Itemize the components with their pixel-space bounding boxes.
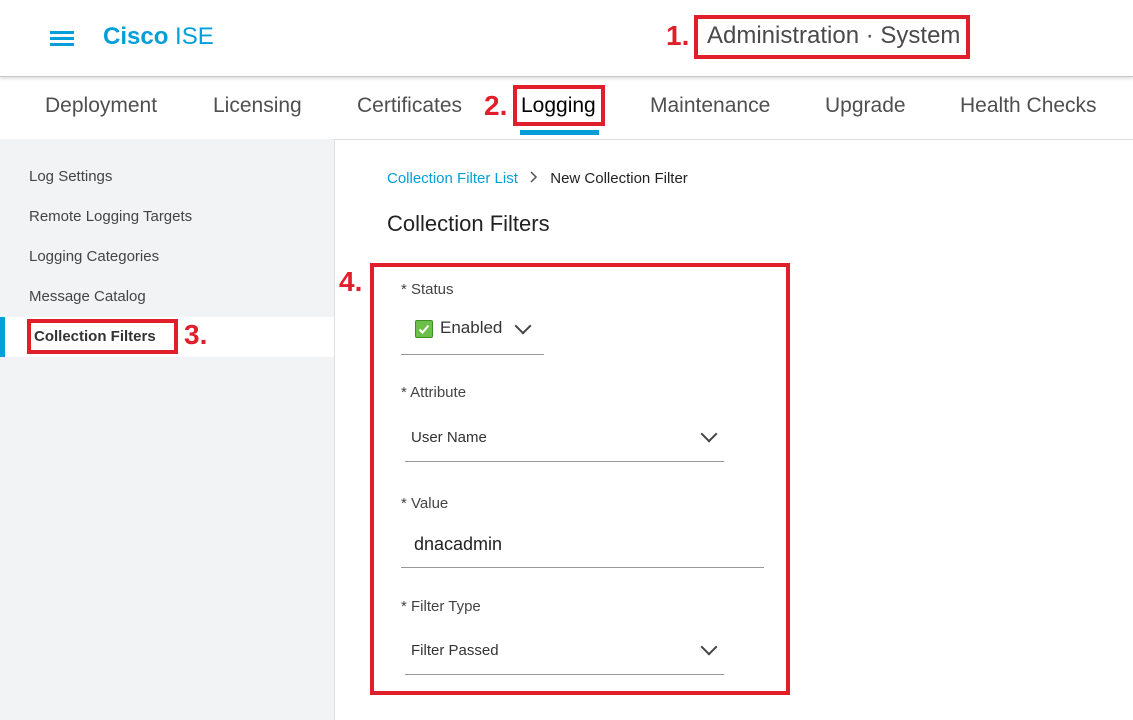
tab-deployment[interactable]: Deployment — [45, 94, 157, 118]
tab-logging[interactable]: Logging — [521, 94, 596, 118]
hamburger-menu-icon[interactable] — [50, 31, 74, 47]
attribute-label: * Attribute — [401, 384, 467, 401]
sidebar-active-indicator — [0, 317, 5, 357]
annotation-number-3: 3. — [184, 319, 208, 350]
attribute-value: User Name — [411, 429, 487, 446]
checkmark-icon — [415, 320, 433, 338]
product-logo[interactable]: Cisco ISE — [103, 23, 214, 51]
filter-type-label: * Filter Type — [401, 598, 481, 615]
sidebar-item-collection-filters[interactable]: Collection Filters — [34, 328, 156, 345]
filter-type-value: Filter Passed — [411, 642, 499, 659]
sidebar-item-logging-categories[interactable]: Logging Categories — [29, 248, 159, 265]
sidebar-item-remote-logging-targets[interactable]: Remote Logging Targets — [29, 208, 192, 225]
active-tab-indicator — [520, 130, 599, 135]
annotation-number-2: 2. — [484, 90, 508, 121]
annotation-number-1: 1. — [666, 20, 690, 51]
sidebar-item-message-catalog[interactable]: Message Catalog — [29, 288, 146, 305]
tab-health-checks[interactable]: Health Checks — [960, 94, 1097, 118]
breadcrumb: Collection Filter List New Collection Fi… — [387, 170, 688, 187]
status-label: * Status — [401, 281, 454, 298]
tab-certificates[interactable]: Certificates — [357, 94, 462, 118]
chevron-right-icon — [530, 170, 538, 187]
status-value: Enabled — [440, 318, 503, 337]
sidebar: Log Settings Remote Logging Targets Logg… — [0, 139, 335, 720]
main-tabs: Deployment Licensing Certificates 2. Log… — [0, 77, 1133, 140]
breadcrumb-current: New Collection Filter — [550, 170, 688, 187]
chevron-down-icon — [700, 638, 718, 656]
page-title: Collection Filters — [387, 211, 550, 236]
tab-upgrade[interactable]: Upgrade — [825, 94, 906, 118]
value-label: * Value — [401, 495, 449, 512]
annotation-number-4: 4. — [339, 266, 363, 297]
top-header: Cisco ISE 1. Administration · System — [0, 0, 1133, 77]
attribute-dropdown[interactable]: User Name — [405, 415, 724, 462]
filter-type-dropdown[interactable]: Filter Passed — [405, 628, 724, 675]
chevron-down-icon — [700, 425, 718, 443]
product-name: ISE — [175, 23, 214, 50]
breadcrumb-link[interactable]: Collection Filter List — [387, 170, 518, 187]
page-context-title: Administration · System — [707, 22, 961, 49]
brand-name: Cisco — [103, 23, 169, 50]
status-dropdown[interactable]: Enabled — [401, 306, 544, 355]
chevron-down-icon — [514, 317, 532, 335]
value-input[interactable] — [401, 521, 764, 568]
tab-maintenance[interactable]: Maintenance — [650, 94, 770, 118]
sidebar-item-log-settings[interactable]: Log Settings — [29, 168, 112, 185]
tab-licensing[interactable]: Licensing — [213, 94, 302, 118]
